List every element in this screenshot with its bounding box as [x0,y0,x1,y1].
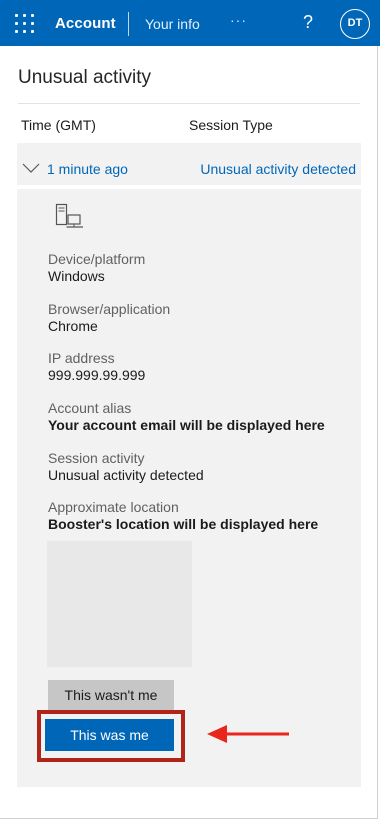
field-label: Session activity [48,450,145,466]
field-value: Windows [48,268,105,284]
chevron-down-icon[interactable] [22,163,40,173]
activity-details: Device/platform Windows Browser/applicat… [17,189,361,787]
column-header-session-type: Session Type [189,117,273,133]
field-session-activity: Session activity Unusual activity detect… [48,450,204,484]
field-label: Browser/application [48,301,171,317]
field-value: 999.999.99.999 [48,367,146,383]
top-bar: Account Your info ··· ? DT [0,0,380,46]
help-icon[interactable]: ? [303,12,313,33]
activity-time-link[interactable]: 1 minute ago [47,161,128,177]
nav-your-info[interactable]: Your info [145,16,200,32]
more-options-icon[interactable]: ··· [230,12,247,28]
arrow-left-icon [207,725,289,743]
app-launcher-icon[interactable] [15,14,34,33]
title-divider [18,103,360,104]
activity-status-link[interactable]: Unusual activity detected [200,161,356,177]
field-value: Your account email will be displayed her… [48,417,325,433]
column-header-time: Time (GMT) [21,117,96,133]
field-browser-application: Browser/application Chrome [48,301,170,335]
field-value: Unusual activity detected [48,467,204,483]
page-title: Unusual activity [18,67,152,88]
field-device-platform: Device/platform Windows [48,251,145,285]
field-label: Approximate location [48,499,179,515]
location-map [47,541,192,667]
field-value: Booster's location will be displayed her… [48,516,319,532]
field-ip-address: IP address 999.999.99.999 [48,350,145,384]
header-divider [128,12,129,36]
field-label: IP address [48,350,115,366]
avatar[interactable]: DT [340,9,370,39]
app-title[interactable]: Account [55,15,116,32]
this-wasnt-me-button[interactable]: This wasn't me [48,680,174,710]
unusual-activity-panel: Unusual activity Time (GMT) Session Type… [0,46,378,819]
activity-row[interactable]: 1 minute ago Unusual activity detected [17,143,361,185]
field-label: Account alias [48,400,132,416]
field-label: Device/platform [48,251,146,267]
field-account-alias: Account alias Your account email will be… [48,400,325,434]
field-value: Chrome [48,318,98,334]
field-approximate-location: Approximate location Booster's location … [48,499,318,533]
device-desktop-icon [55,203,83,228]
this-was-me-button[interactable]: This was me [45,719,174,751]
